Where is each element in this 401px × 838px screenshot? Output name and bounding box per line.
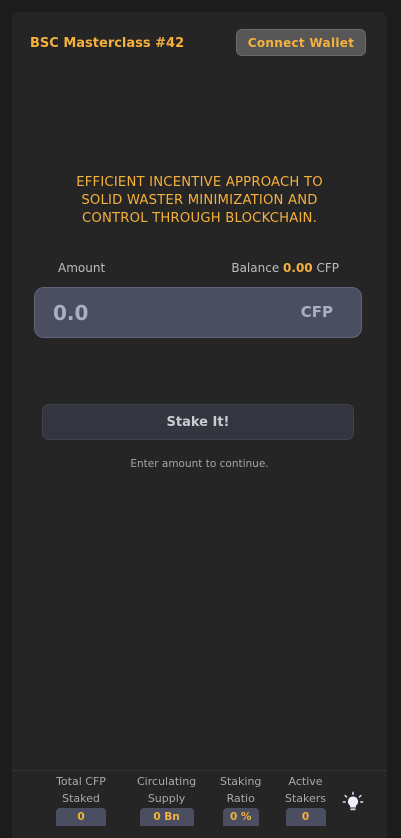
stat-label-line2: Stakers [285,792,327,805]
tagline-line-3: CONTROL THROUGH BLOCKCHAIN. [81,210,317,226]
stat-label-line1: Active [288,775,323,788]
stat-value: 0 [285,808,326,826]
stat-label-line1: Circulating [137,775,197,788]
balance-label: Balance [231,261,280,275]
stake-button[interactable]: Stake It! [42,404,354,440]
connect-wallet-button[interactable]: Connect Wallet [236,29,366,56]
tagline-line-2: SOLID WASTER MINIMIZATION AND [81,192,318,208]
stat-value: 0 [56,808,106,826]
tagline-line-1: EFFICIENT INCENTIVE APPROACH TO [76,175,323,190]
balance-display: Balance 0.00 CFP [231,261,339,275]
stats-footer: Total CFP Staked 0 Circulating Supply 0 … [12,770,387,838]
balance-value: 0.00 [283,261,313,275]
tagline: EFFICIENT INCENTIVE APPROACH TO SOLID WA… [52,174,347,227]
stat-active-stakers: Active Stakers 0 [285,773,326,826]
stat-label-line2: Supply [147,792,186,805]
amount-field[interactable]: CFP [34,287,362,338]
amount-label: Amount [58,261,106,275]
amount-unit: CFP [300,303,333,321]
stat-total-staked: Total CFP Staked 0 [56,773,106,826]
stat-staking-ratio: Staking Ratio 0 % [220,773,261,826]
stat-value: 0 % [222,808,259,826]
helper-text: Enter amount to continue. [130,458,269,470]
amount-input[interactable] [53,300,253,326]
stat-value: 0 Bn [139,808,194,826]
brand-title: BSC Masterclass #42 [30,36,185,51]
balance-unit: CFP [316,261,339,275]
stat-label-line2: Ratio [226,792,255,805]
lightbulb-icon[interactable] [342,791,364,813]
stat-label-line1: Total CFP [56,775,106,788]
stat-label-line1: Staking [220,775,262,788]
stat-circulating-supply: Circulating Supply 0 Bn [137,773,196,826]
stat-label-line2: Staked [62,792,100,805]
app-frame: BSC Masterclass #42 Connect Wallet EFFIC… [12,12,387,838]
